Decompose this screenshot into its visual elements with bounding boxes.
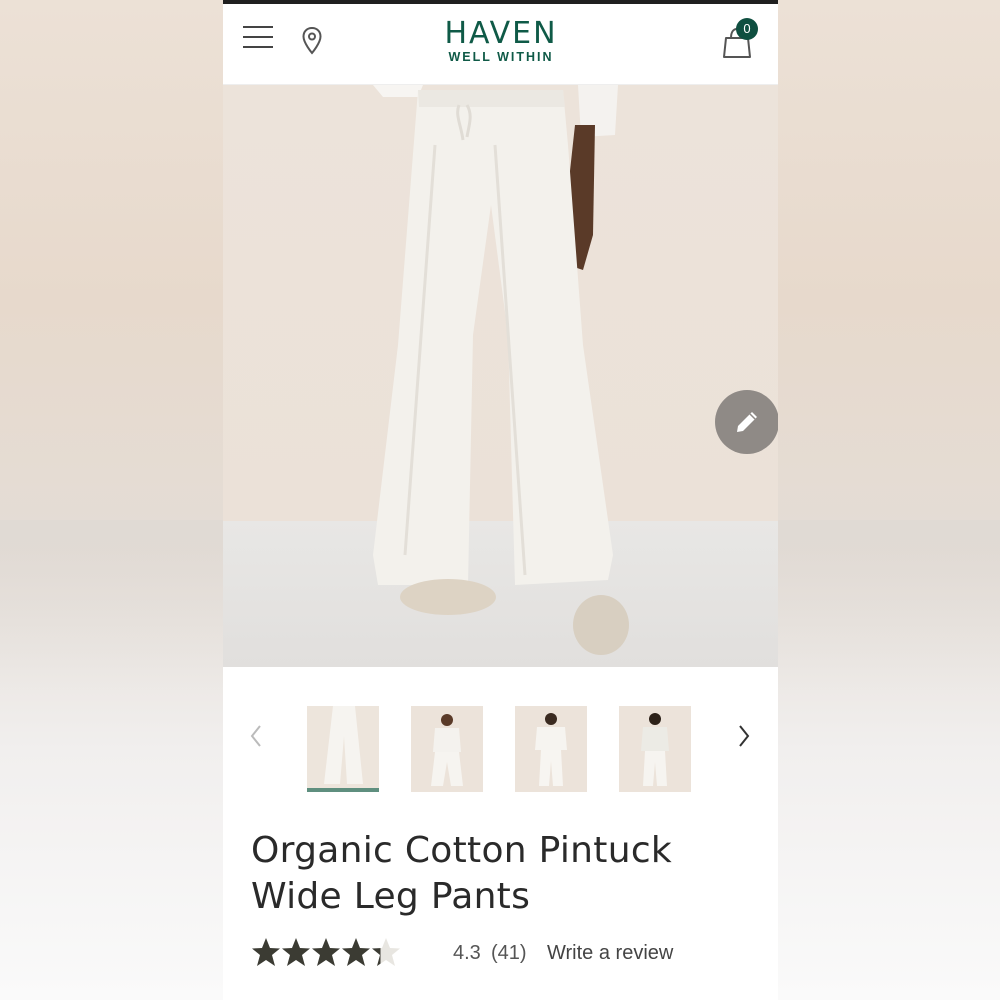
star-icon-3 [312,938,340,966]
thumbnail-3[interactable] [515,706,587,792]
thumbnail-carousel [223,700,778,800]
star-icon-4 [342,938,370,966]
rating-value: 4.3 [453,942,481,964]
thumbnail-4[interactable] [619,706,691,792]
site-header: HAVEN WELL WITHIN 0 [223,4,778,85]
blurred-backdrop-right [778,0,1000,1000]
pencil-icon[interactable] [715,390,778,454]
product-title: Organic Cotton Pintuck Wide Leg Pants [251,830,673,917]
thumbnail-2[interactable] [411,706,483,792]
map-pin-icon[interactable] [301,26,323,56]
chevron-left-icon[interactable] [245,722,269,750]
model-pants-illustration [373,85,629,655]
cart-count-badge: 0 [736,18,758,40]
review-count-link[interactable]: (41) [491,942,527,965]
thumbnail-1[interactable] [307,706,379,792]
chevron-right-icon[interactable] [731,722,755,750]
product-hero-image[interactable] [223,85,778,667]
write-review-link[interactable]: Write a review [547,942,673,965]
logo-wordmark: HAVEN [444,16,558,51]
star-icon-2 [282,938,310,966]
blurred-backdrop-left [0,0,223,1000]
rating-row: 4.3 (41) Write a review [251,936,751,972]
hamburger-menu-icon[interactable] [243,26,273,52]
phone-screen: HAVEN WELL WITHIN 0 Organic Cotton Pintu… [223,0,778,1000]
star-rating[interactable] [251,936,401,970]
star-icon-1 [252,938,280,966]
brand-logo[interactable]: HAVEN WELL WITHIN [430,16,572,65]
logo-tagline: WELL WITHIN [448,50,554,64]
star-icon-5 [372,938,400,966]
